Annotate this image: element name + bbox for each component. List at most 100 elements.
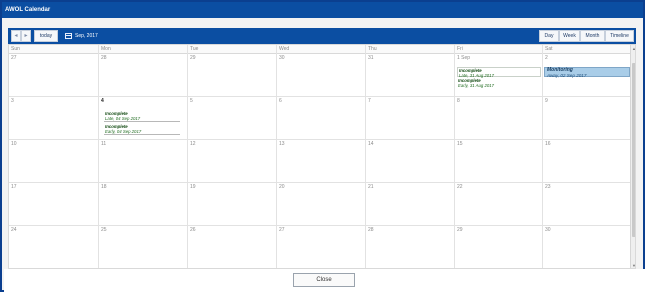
day-number: 2 [545,55,548,61]
day-cell[interactable]: 3 [9,97,98,140]
day-number: 9 [545,98,548,104]
day-cell[interactable]: 14 [365,140,454,183]
day-cell[interactable]: 21 [365,183,454,226]
day-cell[interactable]: 8 [454,97,542,140]
day-cell[interactable]: 11 [98,140,187,183]
day-view-button[interactable]: Day [539,30,559,42]
weekday-wed: Wed [276,45,365,54]
day-cell[interactable]: 6 [276,97,365,140]
date-label: Sep, 2017 [65,30,98,42]
day-cell[interactable]: 30 [542,226,630,268]
day-cell[interactable]: 30 [276,54,365,97]
day-number: 30 [545,227,551,233]
week-view-button[interactable]: Week [559,30,580,42]
weekday-thu: Thu [365,45,454,54]
calendar-event[interactable]: Incomplete Early, 04 Sep 2017 [104,124,180,135]
day-number: 11 [101,141,107,147]
day-cell[interactable]: 15 [454,140,542,183]
day-number: 28 [368,227,374,233]
weekday-sun: Sun [11,46,20,52]
calendar-toolbar: ◂ ▸ today Sep, 2017 Day Week Month Timel… [8,28,636,44]
prev-button[interactable]: ◂ [11,30,21,42]
day-cell[interactable]: 28 [365,226,454,268]
day-number: 17 [11,184,17,190]
scroll-up-icon[interactable]: ▲ [632,46,635,51]
day-cell[interactable]: 18 [98,183,187,226]
day-cell[interactable]: 9 [542,97,630,140]
day-number: 23 [545,184,551,190]
day-cell[interactable]: 20 [276,183,365,226]
day-number: 30 [279,55,285,61]
day-cell[interactable]: 19 [187,183,276,226]
day-number: 26 [190,227,196,233]
day-number: 16 [545,141,551,147]
event-detail: Early, 31 Aug 2017 [458,83,495,88]
calendar-event[interactable]: Incomplete Late, 31 Aug 2017 [457,67,541,78]
day-number: 13 [279,141,285,147]
day-cell[interactable]: 2 Monitoring Away, 02 Sep 2017 [542,54,630,97]
timeline-view-button[interactable]: Timeline [605,30,634,42]
weekday-tue: Tue [187,45,276,54]
close-button[interactable]: Close [293,273,355,287]
day-cell[interactable]: 27 [9,54,98,97]
day-cell[interactable]: 24 [9,226,98,268]
day-cell[interactable]: 31 [365,54,454,97]
day-number: 1 Sep [457,55,471,61]
month-calendar: Sun Mon Tue Wed Thu Fri Sat 27 28 29 30 31 1 … [8,44,636,269]
day-number: 14 [368,141,374,147]
day-cell[interactable]: 29 [187,54,276,97]
calendar-event[interactable]: Incomplete Early, 31 Aug 2017 [457,78,541,88]
day-number: 27 [279,227,285,233]
day-cell[interactable]: 23 [542,183,630,226]
calendar-icon [65,33,72,39]
day-number: 22 [457,184,463,190]
day-cell[interactable]: 5 [187,97,276,140]
day-cell[interactable]: 10 [9,140,98,183]
weekday-fri: Fri [454,45,542,54]
day-number: 4 [101,98,104,104]
weekday-mon: Mon [98,45,187,54]
monitoring-event[interactable]: Monitoring Away, 02 Sep 2017 [544,67,630,78]
day-number: 8 [457,98,460,104]
day-cell[interactable]: 28 [98,54,187,97]
dialog-footer: Close [4,269,645,292]
event-detail: Late, 04 Sep 2017 [105,116,141,121]
month-view-button[interactable]: Month [580,30,605,42]
day-number: 6 [279,98,282,104]
day-cell[interactable]: 12 [187,140,276,183]
day-number: 28 [101,55,107,61]
day-cell[interactable]: 29 [454,226,542,268]
day-cell[interactable]: 26 [187,226,276,268]
day-cell[interactable]: 17 [9,183,98,226]
day-number: 12 [190,141,196,147]
day-number: 25 [101,227,107,233]
day-number: 15 [457,141,463,147]
day-number: 10 [11,141,17,147]
day-number: 24 [11,227,17,233]
day-number: 19 [190,184,196,190]
day-grid: 27 28 29 30 31 1 Sep Incomplete Late, 31 Aug 20… [9,54,630,268]
day-cell[interactable]: 1 Sep Incomplete Late, 31 Aug 2017 Incomple… [454,54,542,97]
day-number: 29 [457,227,463,233]
day-cell[interactable]: 25 [98,226,187,268]
day-number: 29 [190,55,196,61]
event-detail: Away, 02 Sep 2017 [547,73,587,78]
weekday-header: Sun Mon Tue Wed Thu Fri Sat [9,45,630,54]
next-button[interactable]: ▸ [21,30,31,42]
scroll-down-icon[interactable]: ▼ [632,263,635,268]
calendar-dialog: AWOL Calendar ◂ ▸ today Sep, 2017 Day We… [0,0,645,292]
day-cell[interactable]: 27 [276,226,365,268]
today-button[interactable]: today [34,30,58,42]
day-cell[interactable]: 16 [542,140,630,183]
scroll-thumb[interactable] [632,63,635,237]
calendar-scrollbar[interactable]: ▲ ▼ [630,45,635,268]
day-cell[interactable]: 13 [276,140,365,183]
dialog-title: AWOL Calendar [2,2,643,18]
weekday-sat: Sat [542,45,630,54]
day-cell[interactable]: 7 [365,97,454,140]
day-cell[interactable]: 22 [454,183,542,226]
calendar-event[interactable]: Incomplete Late, 04 Sep 2017 [104,111,180,122]
day-number: 5 [190,98,193,104]
event-detail: Early, 04 Sep 2017 [105,129,142,134]
day-cell[interactable]: 4 Incomplete Late, 04 Sep 2017 Incomplete Ea… [98,97,187,140]
